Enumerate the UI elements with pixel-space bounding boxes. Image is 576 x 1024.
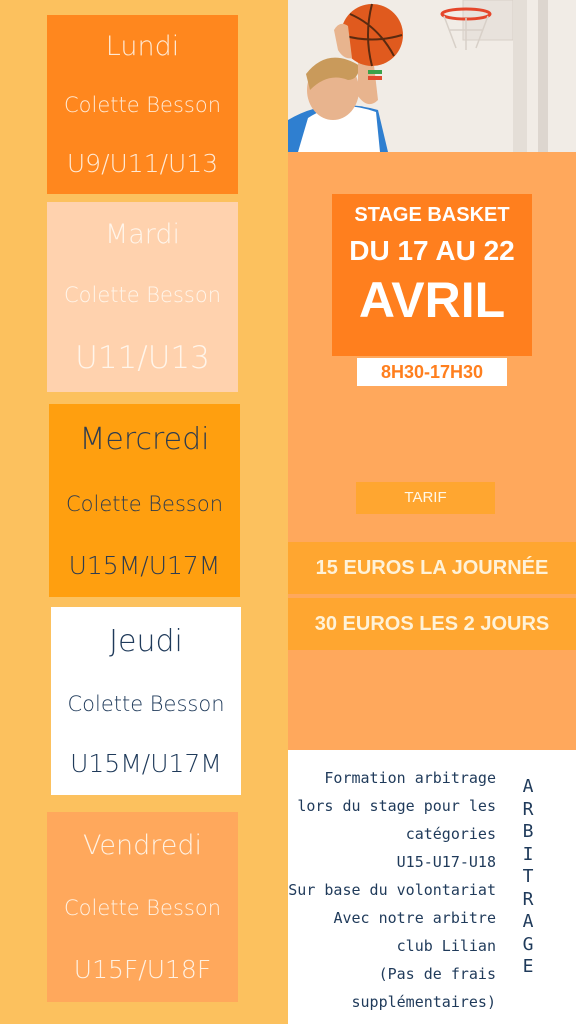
- day-card-wednesday: Mercredi Colette Besson U15M/U17M: [49, 404, 240, 597]
- arbitrage-line: lors du stage pour les: [297, 797, 496, 815]
- day-coach: Colette Besson: [63, 282, 222, 307]
- arbitrage-line: (Pas de frais: [378, 965, 496, 983]
- arbitrage-line: U15-U17-U18: [396, 853, 496, 871]
- day-coach: Colette Besson: [63, 895, 222, 920]
- arbitrage-line: Sur base du volontariat: [288, 881, 496, 899]
- basketball-player-illustration: [288, 0, 576, 152]
- day-card-monday: Lundi Colette Besson U9/U11/U13: [47, 15, 238, 194]
- day-groups: U15F/U18F: [73, 955, 212, 985]
- day-coach: Colette Besson: [67, 691, 225, 716]
- stage-hours-badge: 8H30-17H30: [357, 358, 507, 386]
- day-name: Jeudi: [109, 623, 183, 659]
- stage-dates: DU 17 AU 22: [349, 235, 515, 266]
- price-per-day: 15 EUROS LA JOURNÉE: [288, 542, 576, 594]
- stage-month: AVRIL: [358, 272, 506, 328]
- day-card-thursday: Jeudi Colette Besson U15M/U17M: [51, 607, 241, 795]
- day-card-friday: Vendredi Colette Besson U15F/U18F: [47, 812, 238, 1002]
- day-coach: Colette Besson: [63, 93, 222, 118]
- stage-title: STAGE BASKET: [354, 204, 510, 226]
- arbitrage-line: supplémentaires): [351, 993, 497, 1011]
- day-name: Vendredi: [83, 829, 202, 861]
- stage-title-box: STAGE BASKET DU 17 AU 22 AVRIL: [332, 194, 532, 356]
- tarif-label: TARIF: [356, 482, 495, 514]
- arbitrage-line: club Lilian: [396, 937, 496, 955]
- arbitrage-line: catégories: [405, 825, 496, 843]
- arbitrage-block: Formation arbitrage lors du stage pour l…: [288, 750, 576, 1024]
- day-name: Mardi: [104, 218, 181, 250]
- price-two-days: 30 EUROS LES 2 JOURS: [288, 598, 576, 650]
- arbitrage-vertical-title: A R B I T R A G E: [522, 776, 534, 977]
- day-name: Mercredi: [79, 421, 210, 457]
- basketball-player-photo: [288, 0, 576, 152]
- arbitrage-text: Formation arbitrage lors du stage pour l…: [288, 764, 496, 1016]
- day-groups: U15M/U17M: [70, 749, 222, 779]
- arbitrage-line: Avec notre arbitre: [333, 909, 496, 927]
- day-card-tuesday: Mardi Colette Besson U11/U13: [47, 202, 238, 392]
- day-groups: U11/U13: [75, 339, 210, 376]
- day-coach: Colette Besson: [65, 491, 224, 516]
- day-groups: U15M/U17M: [68, 550, 221, 580]
- arbitrage-line: Formation arbitrage: [324, 769, 496, 787]
- day-name: Lundi: [105, 30, 180, 62]
- day-groups: U9/U11/U13: [66, 149, 219, 179]
